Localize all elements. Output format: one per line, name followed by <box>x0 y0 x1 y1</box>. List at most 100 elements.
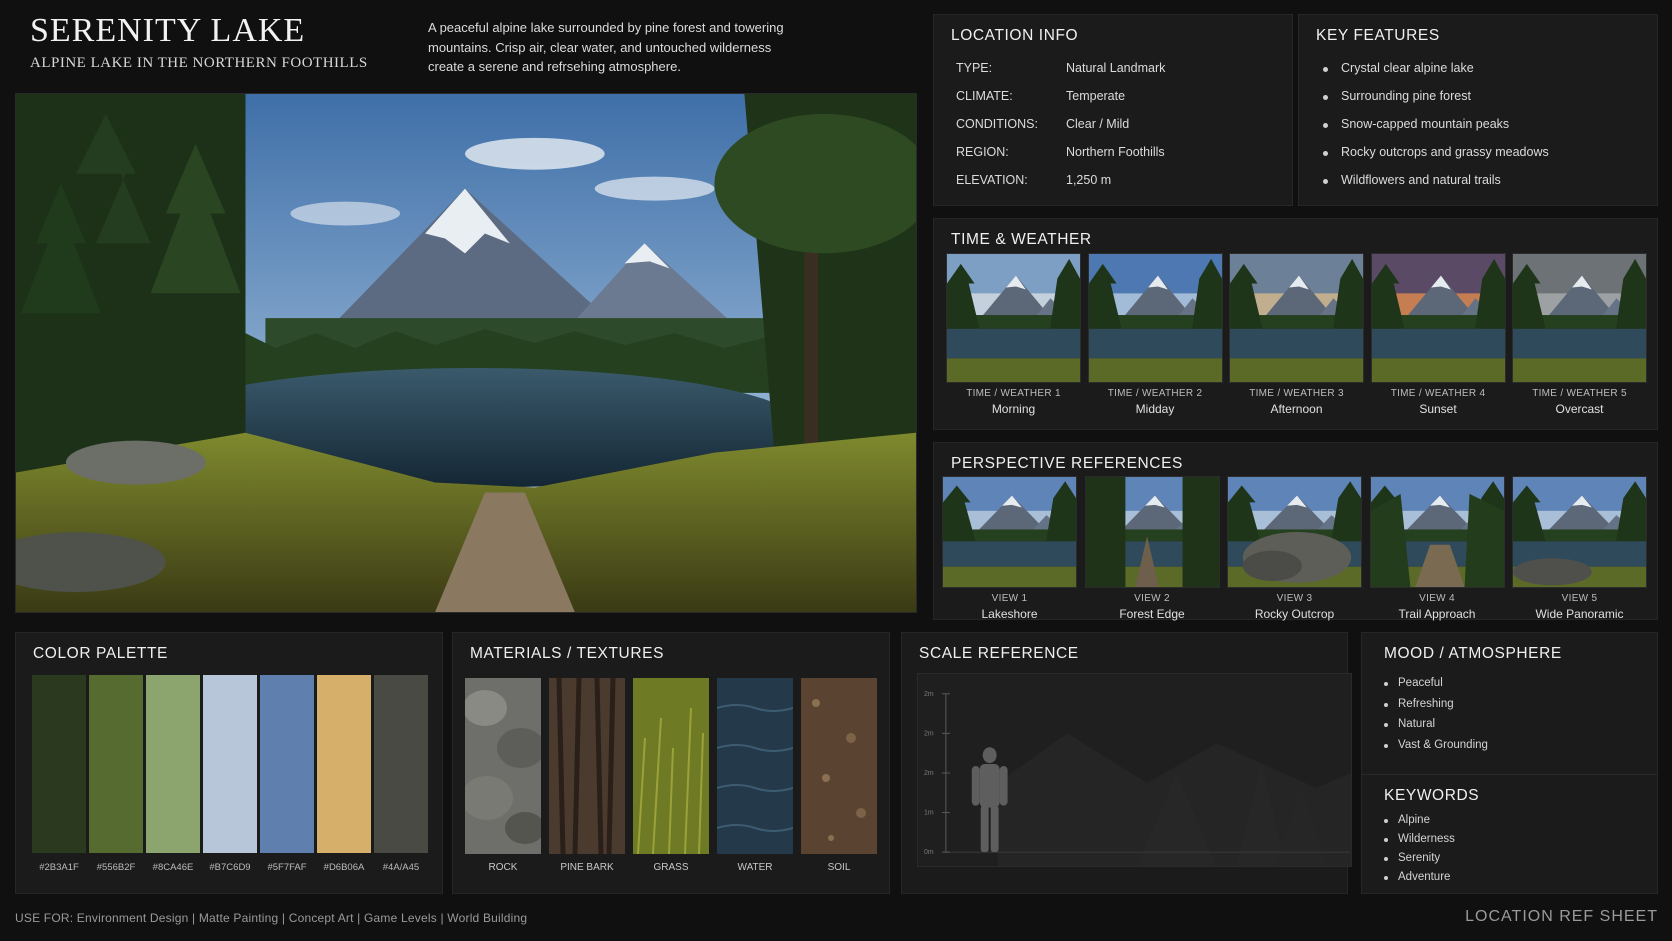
perspective-caption: VIEW 2 Forest Edge <box>1085 593 1220 621</box>
list-item: Peaceful <box>1384 677 1488 698</box>
info-value: 1,250 m <box>1066 173 1112 187</box>
keywords-title: KEYWORDS <box>1384 787 1480 804</box>
mood-title: MOOD / ATMOSPHERE <box>1384 645 1562 662</box>
caption-label: TIME / WEATHER 2 <box>1107 388 1203 399</box>
list-item: Refreshing <box>1384 698 1488 719</box>
list-item: Snow-capped mountain peaks <box>1323 117 1549 145</box>
swatch-hex-label: #556B2F <box>96 862 136 873</box>
location-info-title: LOCATION INFO <box>951 27 1079 44</box>
caption-name: Sunset <box>1419 402 1457 416</box>
info-label: REGION: <box>956 145 1009 159</box>
list-item: Crystal clear alpine lake <box>1323 61 1549 89</box>
perspective-thumbnail <box>1084 476 1220 588</box>
perspective-thumbnail <box>942 476 1077 588</box>
time-weather-caption: TIME / WEATHER 3 Afternoon <box>1229 388 1364 416</box>
caption-name: Wide Panoramic <box>1535 607 1624 621</box>
caption-label: VIEW 3 <box>1276 593 1313 604</box>
color-palette-panel: COLOR PALETTE #2B3A1F #556B2F #8CA46E #B7C6… <box>15 632 443 894</box>
list-item: Surrounding pine forest <box>1323 89 1549 117</box>
perspective-caption: VIEW 5 Wide Panoramic <box>1512 593 1647 621</box>
material-label: SOIL <box>827 862 851 873</box>
perspective-caption: VIEW 1 Lakeshore <box>942 593 1077 621</box>
time-weather-caption: TIME / WEATHER 2 Midday <box>1088 388 1223 416</box>
materials-title: MATERIALS / TEXTURES <box>470 645 665 662</box>
color-swatch <box>203 675 257 853</box>
scale-tick-label: 2m <box>924 691 934 698</box>
perspective-caption: VIEW 4 Trail Approach <box>1370 593 1505 621</box>
material-texture-swatch <box>549 678 625 854</box>
list-item: Wilderness <box>1384 833 1455 852</box>
info-value: Clear / Mild <box>1066 117 1130 131</box>
time-weather-thumbnail <box>1370 253 1506 383</box>
color-swatch <box>146 675 200 853</box>
info-label: CONDITIONS: <box>956 117 1038 131</box>
info-label: TYPE: <box>956 61 993 75</box>
time-weather-thumbnail <box>946 253 1081 383</box>
info-value: Natural Landmark <box>1066 61 1166 75</box>
swatch-hex-label: #5F7FAF <box>267 862 307 873</box>
list-item: Adventure <box>1384 871 1455 890</box>
list-item: Natural <box>1384 718 1488 739</box>
list-item: Serenity <box>1384 852 1455 871</box>
mood-list: Peaceful Refreshing Natural Vast & Groun… <box>1384 677 1488 759</box>
perspective-panel: PERSPECTIVE REFERENCES VIEW 1 Lakeshore VI… <box>933 442 1658 621</box>
color-swatch <box>32 675 86 853</box>
location-info-panel: LOCATION INFO TYPE: Natural Landmark CLI… <box>933 14 1293 206</box>
material-texture-swatch <box>633 678 709 854</box>
list-item: Vast & Grounding <box>1384 739 1488 760</box>
time-weather-title: TIME & WEATHER <box>951 231 1092 248</box>
scale-tick-label: 2m <box>924 770 934 777</box>
caption-name: Morning <box>991 402 1036 416</box>
caption-label: VIEW 5 <box>1561 593 1598 604</box>
list-item: Wildflowers and natural trails <box>1323 173 1549 201</box>
page-description: A peaceful alpine lake surrounded by pin… <box>428 20 784 74</box>
info-label: ELEVATION: <box>956 173 1028 187</box>
key-features-list: Crystal clear alpine lake Surrounding pi… <box>1323 61 1549 201</box>
material-texture-swatch <box>717 678 793 854</box>
perspective-title: PERSPECTIVE REFERENCES <box>951 455 1183 472</box>
material-texture-swatch <box>801 678 877 854</box>
hero-landscape-image <box>15 93 917 613</box>
caption-label: TIME / WEATHER 5 <box>1532 388 1627 399</box>
scale-tick-label: 0m <box>924 849 934 856</box>
info-value: Temperate <box>1066 89 1126 103</box>
time-weather-caption: TIME / WEATHER 5 Overcast <box>1512 388 1647 416</box>
scale-reference-figure: 2m 2m 2m 1m 0m <box>917 673 1352 867</box>
key-features-panel: KEY FEATURES Crystal clear alpine lake S… <box>1298 14 1658 206</box>
info-label: CLIMATE: <box>956 89 1013 103</box>
caption-label: TIME / WEATHER 1 <box>966 388 1061 399</box>
color-palette-title: COLOR PALETTE <box>33 645 168 662</box>
caption-name: Rocky Outcrop <box>1254 607 1335 621</box>
material-label: WATER <box>737 862 773 873</box>
perspective-caption: VIEW 3 Rocky Outcrop <box>1227 593 1362 621</box>
caption-label: TIME / WEATHER 3 <box>1249 388 1344 399</box>
perspective-thumbnail <box>1227 476 1362 588</box>
time-weather-thumbnail <box>1229 253 1364 383</box>
sheet-label: LOCATION REF SHEET <box>1465 908 1658 925</box>
use-for-text: USE FOR: Environment Design | Matte Pain… <box>15 911 528 925</box>
scale-tick-label: 1m <box>924 810 934 817</box>
scale-reference-panel: SCALE REFERENCE 2m 2m 2m 1m 0m <box>901 632 1352 894</box>
caption-label: VIEW 2 <box>1134 593 1170 604</box>
material-texture-swatch <box>465 678 541 854</box>
caption-name: Forest Edge <box>1119 607 1185 621</box>
caption-name: Trail Approach <box>1398 607 1476 621</box>
mood-panel: MOOD / ATMOSPHERE Peaceful Refreshing Na… <box>1361 632 1658 894</box>
materials-panel: MATERIALS / TEXTURES ROCK PINE BARK GRASS W… <box>452 632 890 894</box>
time-weather-thumbnail <box>1512 253 1647 383</box>
page-subtitle: ALPINE LAKE IN THE NORTHERN FOOTHILLS <box>30 55 368 71</box>
key-features-title: KEY FEATURES <box>1316 27 1440 44</box>
caption-name: Lakeshore <box>981 607 1038 621</box>
color-swatch <box>374 675 428 853</box>
time-weather-thumbnail <box>1087 253 1223 383</box>
material-label: GRASS <box>653 862 689 873</box>
perspective-thumbnail <box>1369 476 1505 588</box>
list-item: Rocky outcrops and grassy meadows <box>1323 145 1549 173</box>
time-weather-panel: TIME & WEATHER TIME / WEATHER 1 Morning TI… <box>933 218 1658 430</box>
color-swatch <box>89 675 143 853</box>
swatch-hex-label: #8CA46E <box>152 862 194 873</box>
material-label: PINE BARK <box>560 862 614 873</box>
page-title: SERENITY LAKE <box>30 12 306 49</box>
caption-label: TIME / WEATHER 4 <box>1390 388 1486 399</box>
caption-name: Afternoon <box>1270 402 1323 416</box>
